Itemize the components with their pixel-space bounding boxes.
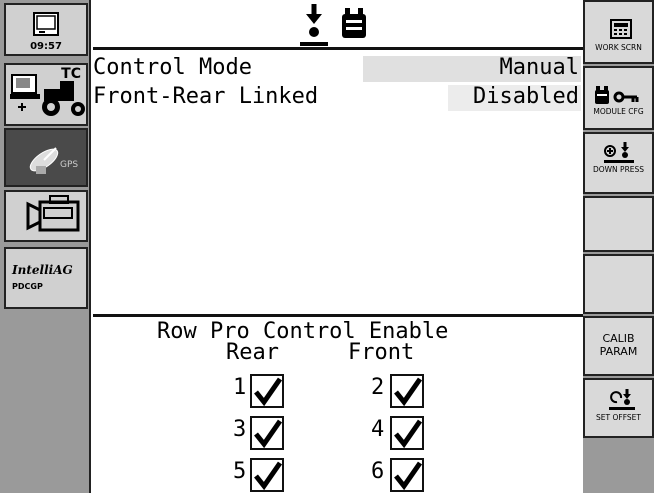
work-scrn-button[interactable]: WORK SCRN [583,0,654,64]
down-press-label: DOWN PRESS [592,165,645,174]
row-checkbox[interactable] [250,374,284,408]
row-pro-panel: Row Pro Control Enable Rear Front 1 2 3 … [93,314,583,493]
row-checkbox[interactable] [390,458,424,492]
row-number: 1 [233,375,247,400]
calib-label: CALIB [602,332,635,345]
blank-softkey-2[interactable] [583,254,654,314]
clock-time: 09:57 [30,41,62,52]
settings-panel: Control Mode Manual Front-Rear Linked Di… [93,53,583,315]
work-scrn-label: WORK SCRN [595,43,642,52]
control-mode-value-text: Manual [499,55,579,80]
row-number: 2 [371,375,385,400]
check-icon [394,419,423,449]
module-cfg-label: MODULE CFG [593,107,644,116]
control-mode-value[interactable]: Manual [363,55,581,82]
param-label: PARAM [599,345,638,358]
row-checkbox[interactable] [390,416,424,450]
down-press-icon [300,4,328,46]
row-checkbox[interactable] [390,374,424,408]
module-wrench-icon [595,86,639,104]
offset-icon [609,389,635,410]
check-icon [254,377,283,407]
camera-button[interactable] [4,190,88,242]
right-bar-footer [583,440,654,493]
gps-label: GPS [60,160,79,170]
check-icon [254,419,283,449]
pdcgp-label: PDCGP [12,282,43,291]
rear-label: Rear [226,340,279,365]
row-number: 6 [371,459,385,484]
clock-button[interactable]: 09:57 [4,3,88,56]
row-number: 3 [233,417,247,442]
calculator-icon [610,19,632,39]
gps-button[interactable]: GPS [4,128,88,187]
down-press-small-icon [604,142,634,163]
intelliag-logo: IntelliAG [12,263,73,277]
check-icon [394,377,423,407]
front-rear-linked-label: Front-Rear Linked [93,84,319,109]
control-mode-label: Control Mode [93,55,252,80]
module-icon [342,8,366,38]
satellite-dish-icon [29,147,59,174]
row-checkbox[interactable] [250,416,284,450]
down-press-button[interactable]: DOWN PRESS [583,132,654,194]
camera-icon [26,195,80,232]
blank-softkey-1[interactable] [583,196,654,252]
front-rear-linked-value-text: Disabled [473,84,579,109]
row-checkbox[interactable] [250,458,284,492]
left-toolbar: 09:57 TC GPS IntelliAG PDCGP [0,0,91,493]
module-cfg-button[interactable]: MODULE CFG [583,66,654,130]
intelliag-button[interactable]: IntelliAG PDCGP [4,247,88,309]
front-rear-linked-value[interactable]: Disabled [448,84,581,111]
set-offset-button[interactable]: SET OFFSET [583,378,654,438]
check-icon [254,461,283,491]
tc-label: TC [61,66,81,82]
check-icon [394,461,423,491]
row-number: 5 [233,459,247,484]
front-label: Front [348,340,415,365]
tc-button[interactable]: TC [4,63,88,126]
set-offset-label: SET OFFSET [596,413,641,422]
header-bar [93,0,583,50]
row-number: 4 [371,417,385,442]
right-softkey-bar: WORK SCRN MODULE CFG DOWN PRESS CALIB PA… [583,0,654,493]
calib-param-button[interactable]: CALIB PARAM [583,316,654,376]
